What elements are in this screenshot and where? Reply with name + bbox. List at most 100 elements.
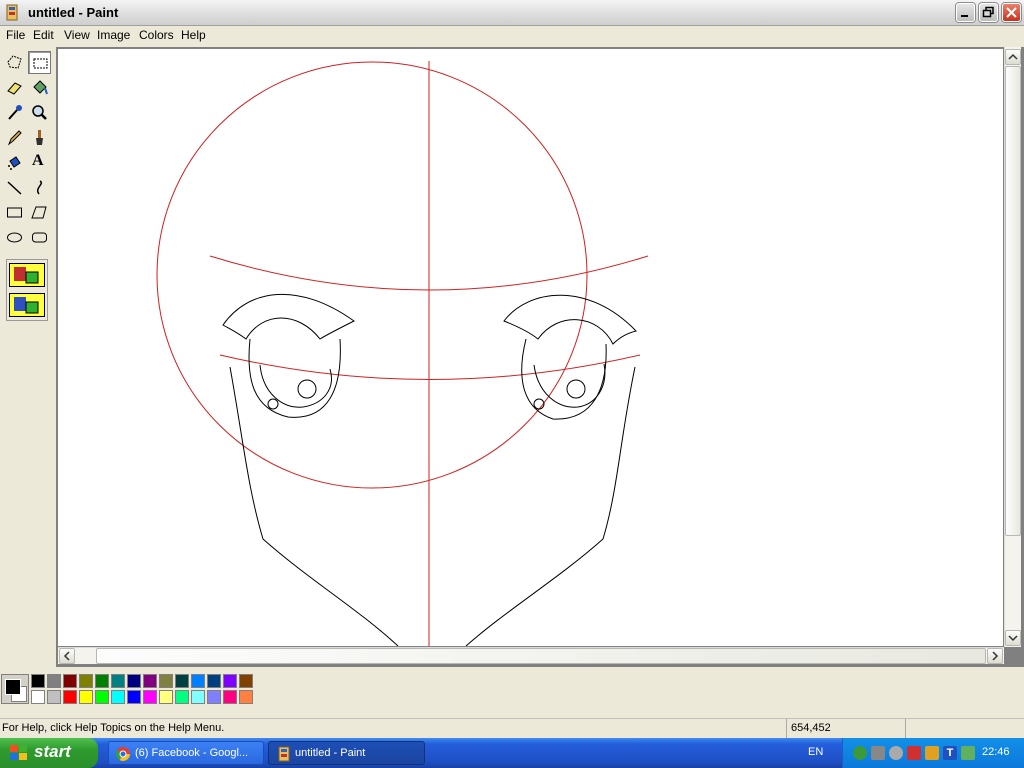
taskbar-item-facebook[interactable]: (6) Facebook - Googl...: [108, 741, 264, 765]
color-swatch[interactable]: [79, 690, 93, 704]
paint-icon: [278, 746, 290, 762]
color-swatch[interactable]: [31, 690, 45, 704]
color-swatch[interactable]: [143, 674, 157, 688]
color-swatch[interactable]: [127, 674, 141, 688]
menu-colors[interactable]: Colors: [139, 28, 174, 42]
horizontal-scroll-thumb[interactable]: [96, 648, 986, 664]
magnifier-tool[interactable]: [28, 101, 51, 124]
rounded-rect-icon: [32, 232, 47, 243]
horizontal-scrollbar[interactable]: [58, 647, 1004, 664]
text-tool[interactable]: A: [28, 151, 51, 174]
airbrush-icon: [8, 156, 21, 170]
color-swatch[interactable]: [239, 690, 253, 704]
color-swatch[interactable]: [63, 674, 77, 688]
vertical-scrollbar[interactable]: [1004, 47, 1021, 647]
color-swatch[interactable]: [223, 674, 237, 688]
color-swatch[interactable]: [159, 690, 173, 704]
transparent-option[interactable]: [9, 293, 45, 317]
opaque-option[interactable]: [9, 263, 45, 287]
pencil-icon: [7, 130, 22, 146]
chrome-icon: [115, 747, 130, 761]
color-swatch[interactable]: [175, 674, 189, 688]
pick-color-tool[interactable]: [3, 101, 26, 124]
free-select-icon: [7, 55, 22, 69]
rounded-rectangle-tool[interactable]: [28, 226, 51, 249]
color-swatch[interactable]: [127, 690, 141, 704]
color-swatch[interactable]: [47, 674, 61, 688]
color-swatch[interactable]: [191, 674, 205, 688]
rectangle-icon: [7, 207, 22, 218]
color-swatch[interactable]: [31, 674, 45, 688]
scroll-left-button[interactable]: [59, 648, 75, 664]
status-bar: For Help, click Help Topics on the Help …: [0, 718, 1024, 738]
color-swatch[interactable]: [47, 690, 61, 704]
pencil-tool[interactable]: [3, 126, 26, 149]
misc-tray-icon[interactable]: [961, 746, 975, 760]
line-tool[interactable]: [3, 176, 26, 199]
restore-button[interactable]: [979, 3, 998, 22]
color-swatch[interactable]: [63, 690, 77, 704]
polygon-tool[interactable]: [28, 201, 51, 224]
color-swatch[interactable]: [191, 690, 205, 704]
airbrush-tool[interactable]: [3, 151, 26, 174]
arrow-left-icon: [63, 651, 70, 661]
select-tool[interactable]: [28, 51, 51, 74]
paint-bucket-icon: [33, 80, 48, 95]
curve-tool[interactable]: [28, 176, 51, 199]
color-swatch[interactable]: [207, 690, 221, 704]
fill-tool[interactable]: [28, 76, 51, 99]
color-swatch[interactable]: [111, 690, 125, 704]
menu-file[interactable]: File: [6, 28, 25, 42]
text-icon: A: [32, 152, 44, 169]
color-swatch[interactable]: [143, 690, 157, 704]
color-swatch[interactable]: [111, 674, 125, 688]
status-help-text: For Help, click Help Topics on the Help …: [2, 722, 225, 734]
update-icon[interactable]: [889, 746, 903, 760]
color-swatch[interactable]: [175, 690, 189, 704]
color-palette: [0, 668, 1024, 712]
start-label: start: [34, 742, 71, 761]
color-swatch[interactable]: [95, 690, 109, 704]
vertical-scroll-thumb[interactable]: [1005, 66, 1021, 536]
taskbar-item-paint[interactable]: untitled - Paint: [268, 741, 425, 765]
color-swatch[interactable]: [95, 674, 109, 688]
language-indicator[interactable]: EN: [808, 746, 823, 758]
color-swatch[interactable]: [207, 674, 221, 688]
status-divider: [905, 719, 906, 738]
eraser-tool[interactable]: [3, 76, 26, 99]
brush-tool[interactable]: [28, 126, 51, 149]
close-button[interactable]: [1002, 3, 1021, 22]
scroll-down-button[interactable]: [1005, 630, 1021, 646]
current-colors: [1, 674, 29, 704]
color-swatch[interactable]: [79, 674, 93, 688]
antivirus-icon[interactable]: [907, 746, 921, 760]
menu-edit[interactable]: Edit: [33, 28, 54, 42]
clock: 22:46: [982, 746, 1010, 758]
tool-box: A: [0, 47, 56, 667]
rectangle-tool[interactable]: [3, 201, 26, 224]
color-swatch[interactable]: [223, 690, 237, 704]
drawing-canvas[interactable]: [58, 49, 1003, 647]
color-swatch[interactable]: [239, 674, 253, 688]
menu-bar: File Edit View Image Colors Help: [0, 26, 1024, 45]
title-bar: untitled - Paint: [0, 0, 1024, 26]
connection-icon[interactable]: [871, 746, 885, 760]
foreground-color-swatch[interactable]: [5, 679, 21, 695]
menu-image[interactable]: Image: [97, 28, 130, 42]
network-icon[interactable]: [853, 746, 867, 760]
minimize-button[interactable]: [956, 3, 975, 22]
window-title: untitled - Paint: [28, 5, 119, 20]
scroll-up-button[interactable]: [1005, 49, 1021, 65]
menu-view[interactable]: View: [64, 28, 90, 42]
start-button[interactable]: start: [0, 738, 98, 768]
curve-icon: [37, 180, 42, 195]
menu-help[interactable]: Help: [181, 28, 206, 42]
transparent-icon: [14, 297, 39, 314]
ellipse-tool[interactable]: [3, 226, 26, 249]
volume-icon[interactable]: [925, 746, 939, 760]
t-app-icon[interactable]: T: [943, 746, 957, 760]
scroll-right-button[interactable]: [987, 648, 1003, 664]
free-form-select-tool[interactable]: [3, 51, 26, 74]
line-icon: [7, 181, 22, 195]
color-swatch[interactable]: [159, 674, 173, 688]
